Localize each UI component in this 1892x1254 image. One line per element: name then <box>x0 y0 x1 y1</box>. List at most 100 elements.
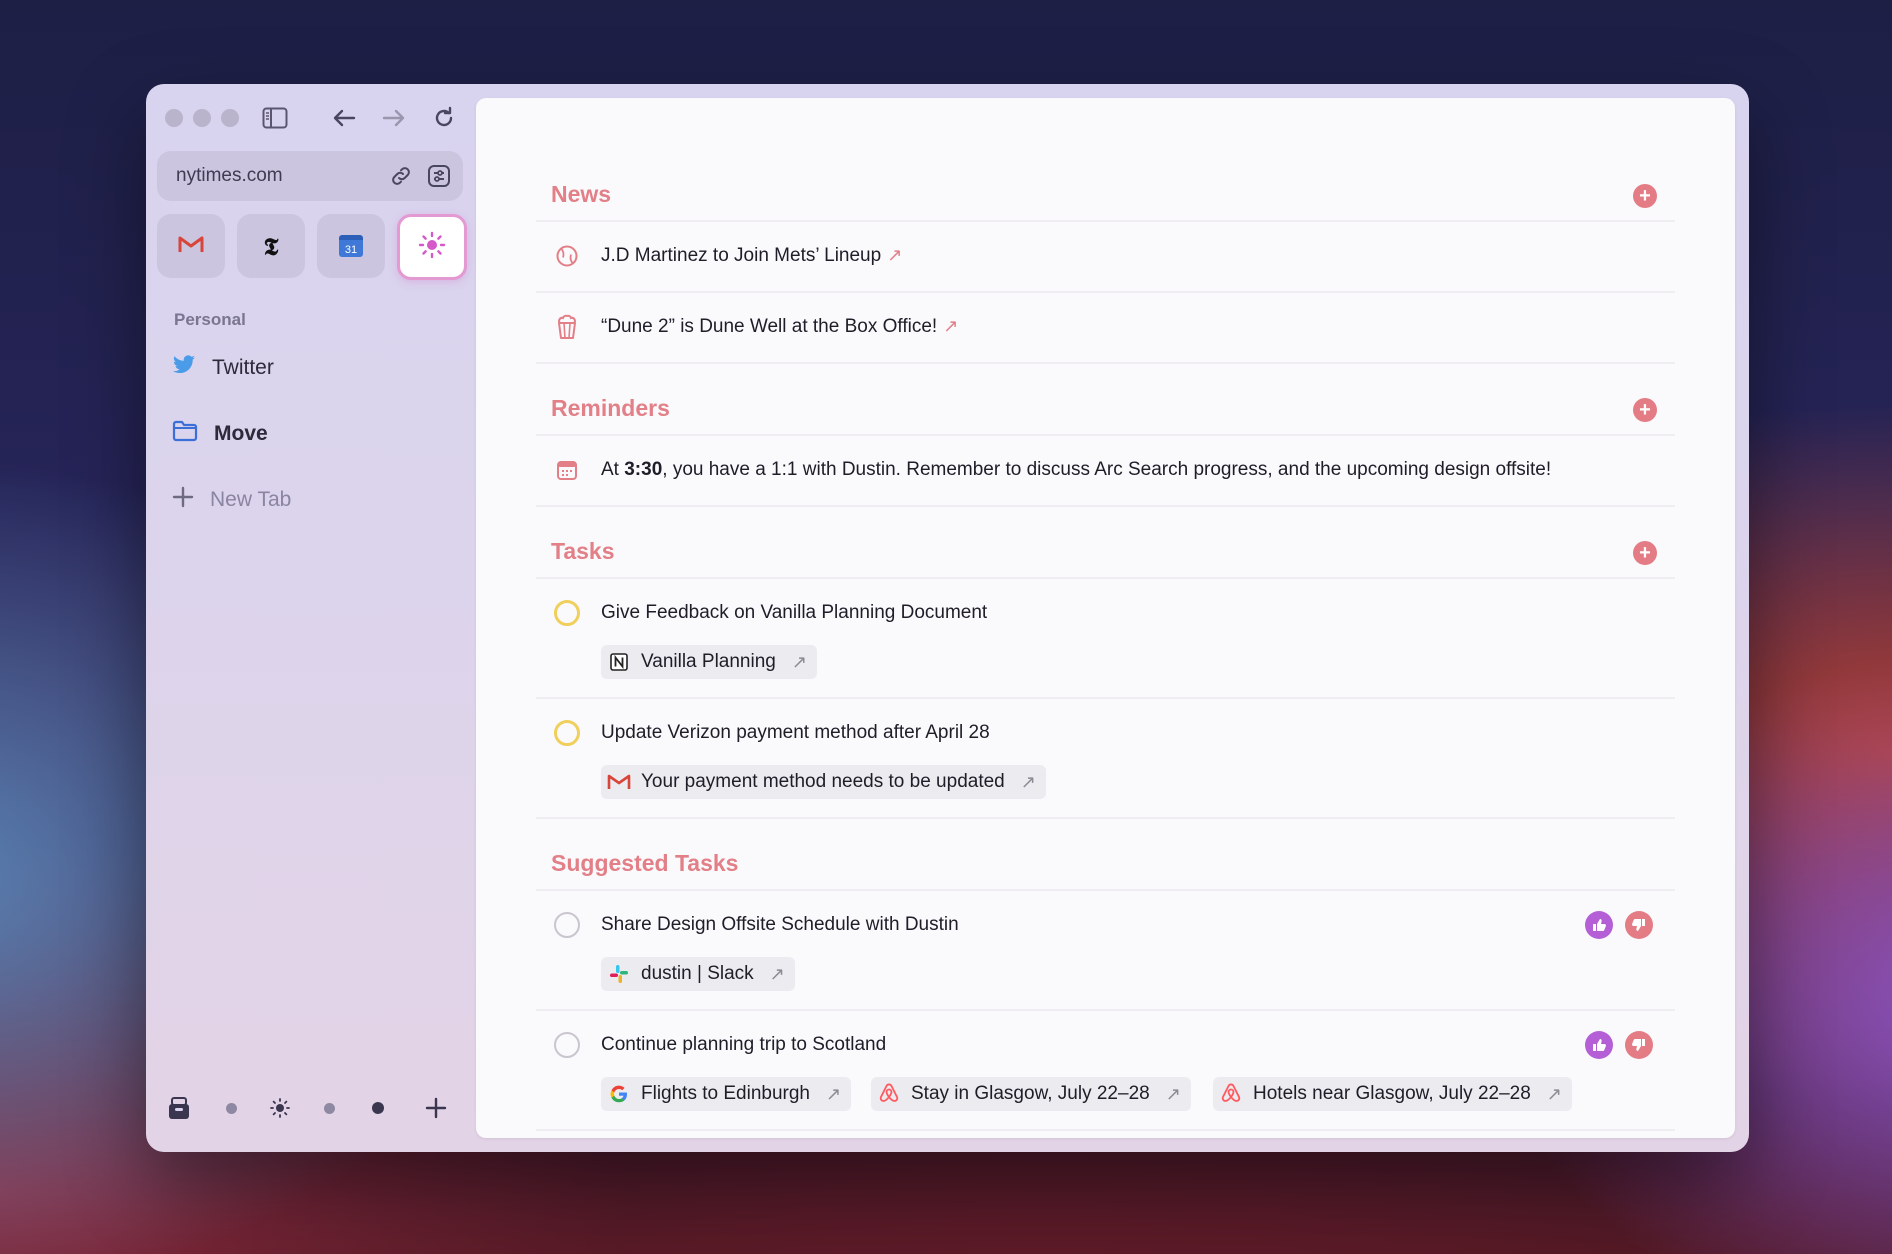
news-headline[interactable]: J.D Martinez to Join Mets’ Lineup ↗ <box>601 245 902 267</box>
task-checkbox[interactable] <box>553 599 581 627</box>
main-content: News + J.D Martinez to Join Mets’ Lineup… <box>476 98 1735 1138</box>
reminders-section-header: Reminders + <box>536 374 1675 436</box>
task-link-chip[interactable]: Flights to Edinburgh ↗ <box>601 1077 852 1111</box>
space-dot-icon[interactable] <box>363 1102 393 1114</box>
add-reminder-button[interactable]: + <box>1633 398 1657 422</box>
airbnb-icon <box>1219 1082 1243 1106</box>
task-link-chip[interactable]: Your payment method needs to be updated ↗ <box>601 765 1046 799</box>
external-link-icon: ↗ <box>826 1083 842 1104</box>
zoom-window-button[interactable] <box>221 109 239 127</box>
thumbs-up-icon[interactable] <box>1585 1031 1613 1059</box>
section-title: News <box>551 181 612 207</box>
task-checkbox[interactable] <box>553 1031 581 1059</box>
copy-link-icon[interactable] <box>387 162 415 190</box>
site-controls-icon[interactable] <box>425 162 453 190</box>
pinned-tab-calendar[interactable]: 31 <box>317 214 385 278</box>
popcorn-icon <box>553 313 581 341</box>
sidebar-item-twitter[interactable]: Twitter <box>172 348 274 388</box>
calendar-day: 31 <box>344 244 358 256</box>
sidebar-section-label: Personal <box>174 310 246 329</box>
pinned-tab-active[interactable] <box>397 214 467 280</box>
suggested-task-row: Continue planning trip to Scotland Fligh… <box>536 1011 1675 1131</box>
task-link-chip[interactable]: Stay in Glasgow, July 22–28 ↗ <box>871 1077 1191 1111</box>
suggested-task-row: Share Design Offsite Schedule with Dusti… <box>536 891 1675 1011</box>
circle-icon <box>554 912 580 938</box>
minimize-window-button[interactable] <box>193 109 211 127</box>
task-link-chip[interactable]: Vanilla Planning ↗ <box>601 645 817 679</box>
sidebar-item-label: Move <box>214 422 268 445</box>
reload-icon[interactable] <box>429 104 459 132</box>
task-title: Update Verizon payment method after Apri… <box>601 722 990 743</box>
external-link-icon: ↗ <box>943 316 959 336</box>
external-link-icon: ↗ <box>791 651 807 672</box>
task-row: Give Feedback on Vanilla Planning Docume… <box>536 579 1675 699</box>
sidebar-item-label: New Tab <box>210 488 292 511</box>
reminder-text: At 3:30, you have a 1:1 with Dustin. Rem… <box>601 459 1552 480</box>
task-title: Share Design Offsite Schedule with Dusti… <box>601 914 959 935</box>
close-window-button[interactable] <box>165 109 183 127</box>
pinned-tabs: 𝕿 31 <box>157 214 467 280</box>
nyt-icon: 𝕿 <box>263 231 279 261</box>
url-text[interactable]: nytimes.com <box>176 165 387 187</box>
task-link-chip[interactable]: dustin | Slack ↗ <box>601 957 795 991</box>
space-dot-icon[interactable] <box>216 1102 246 1114</box>
sidebar-item-move[interactable]: Move <box>172 414 268 454</box>
add-news-button[interactable]: + <box>1633 184 1657 208</box>
browser-window: nytimes.com 𝕿 31 Personal Twitter Move N… <box>146 84 1749 1152</box>
thumbs-down-icon[interactable] <box>1625 911 1653 939</box>
gmail-icon <box>178 234 204 259</box>
pinned-tab-nyt[interactable]: 𝕿 <box>237 214 305 278</box>
list-item[interactable]: At 3:30, you have a 1:1 with Dustin. Rem… <box>536 436 1675 507</box>
add-task-button[interactable]: + <box>1633 541 1657 565</box>
section-title: Reminders <box>551 395 670 421</box>
folder-icon <box>172 419 198 449</box>
reminder-time: 3:30 <box>624 459 663 480</box>
forward-arrow-icon[interactable] <box>379 104 409 132</box>
external-link-icon: ↗ <box>1165 1083 1181 1104</box>
back-arrow-icon[interactable] <box>329 104 359 132</box>
new-tab-button[interactable]: New Tab <box>172 480 291 520</box>
list-item[interactable]: “Dune 2” is Dune Well at the Box Office!… <box>536 293 1675 364</box>
suggested-section-header: Suggested Tasks <box>536 829 1675 891</box>
space-switcher <box>164 1088 464 1128</box>
url-bar[interactable]: nytimes.com <box>157 151 463 201</box>
task-checkbox[interactable] <box>553 719 581 747</box>
new-space-plus-icon[interactable] <box>421 1097 451 1119</box>
archive-icon[interactable] <box>164 1095 194 1121</box>
circle-icon <box>554 720 580 746</box>
airbnb-icon <box>877 1082 901 1106</box>
plus-icon <box>172 486 194 514</box>
external-link-icon: ↗ <box>769 963 785 984</box>
task-link-chip[interactable]: Hotels near Glasgow, July 22–28 ↗ <box>1213 1077 1572 1111</box>
circle-icon <box>554 1032 580 1058</box>
space-sun-icon[interactable] <box>265 1098 295 1118</box>
external-link-icon: ↗ <box>887 245 903 265</box>
pinned-tab-gmail[interactable] <box>157 214 225 278</box>
news-section-header: News + <box>536 160 1675 222</box>
sidebar-item-label: Twitter <box>212 356 274 379</box>
thumbs-down-icon[interactable] <box>1625 1031 1653 1059</box>
sun-icon <box>418 231 446 264</box>
window-controls <box>165 109 239 127</box>
twitter-icon <box>172 355 196 381</box>
google-icon <box>607 1082 631 1106</box>
tasks-section-header: Tasks + <box>536 517 1675 579</box>
task-checkbox[interactable] <box>553 911 581 939</box>
external-link-icon: ↗ <box>1546 1083 1562 1104</box>
gmail-icon <box>607 770 631 794</box>
news-headline[interactable]: “Dune 2” is Dune Well at the Box Office!… <box>601 316 958 338</box>
section-title: Suggested Tasks <box>551 850 739 876</box>
space-dot-icon[interactable] <box>314 1102 344 1114</box>
task-title: Continue planning trip to Scotland <box>601 1034 887 1055</box>
circle-icon <box>554 600 580 626</box>
calendar-icon <box>553 456 581 484</box>
thumbs-up-icon[interactable] <box>1585 911 1613 939</box>
sidebar-toggle-icon[interactable] <box>260 104 290 132</box>
baseball-icon <box>553 242 581 270</box>
section-title: Tasks <box>551 538 615 564</box>
external-link-icon: ↗ <box>1020 771 1036 792</box>
task-row: Update Verizon payment method after Apri… <box>536 699 1675 819</box>
list-item[interactable]: J.D Martinez to Join Mets’ Lineup ↗ <box>536 222 1675 293</box>
calendar-icon: 31 <box>339 235 363 257</box>
task-title: Give Feedback on Vanilla Planning Docume… <box>601 602 988 623</box>
